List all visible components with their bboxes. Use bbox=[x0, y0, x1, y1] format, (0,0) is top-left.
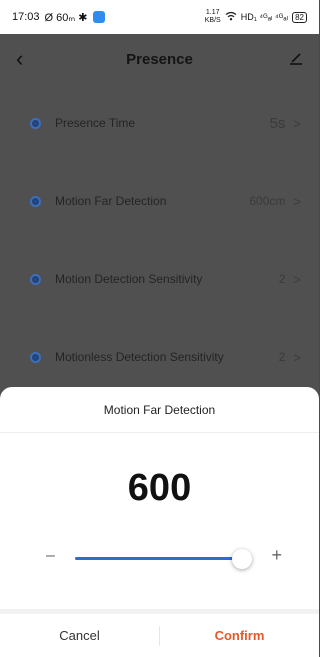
setting-value: 2 bbox=[278, 350, 286, 364]
status-time: 17:03 bbox=[12, 11, 40, 23]
chevron-right-icon: > bbox=[293, 115, 301, 131]
status-left: 17:03 Ø 60ₘ ✱ bbox=[12, 11, 105, 24]
sheet-actions: Cancel Confirm bbox=[0, 614, 319, 657]
net-speed-value: 1.17 bbox=[205, 9, 220, 16]
chevron-right-icon: > bbox=[293, 349, 301, 365]
cancel-button[interactable]: Cancel bbox=[0, 628, 159, 643]
setting-row-motion-far-detection[interactable]: Motion Far Detection 600cm > bbox=[0, 162, 319, 240]
page-title: Presence bbox=[126, 50, 193, 68]
setting-row-presence-time[interactable]: Presence Time 5s > bbox=[0, 84, 319, 162]
edit-icon[interactable] bbox=[279, 49, 303, 69]
header: ‹ Presence bbox=[0, 34, 319, 84]
signal-text: HD₁ ⁴ᴳₐₗ ⁴ᴳₐₗ bbox=[240, 11, 289, 22]
status-right: 1.17 KB/S HD₁ ⁴ᴳₐₗ ⁴ᴳₐₗ 82 bbox=[205, 9, 307, 25]
setting-label: Presence Time bbox=[55, 116, 136, 130]
bullet-icon bbox=[30, 117, 41, 129]
distance-slider: – + bbox=[46, 545, 282, 569]
sheet-title: Motion Far Detection bbox=[0, 387, 319, 433]
status-left-icons: Ø 60ₘ ✱ bbox=[44, 11, 88, 24]
status-bar: 17:03 Ø 60ₘ ✱ 1.17 KB/S HD₁ ⁴ᴳₐₗ ⁴ᴳₐₗ 82 bbox=[0, 0, 319, 34]
bullet-icon bbox=[30, 195, 41, 207]
setting-label: Motionless Detection Sensitivity bbox=[55, 350, 224, 364]
setting-row-motion-detection-sensitivity[interactable]: Motion Detection Sensitivity 2 > bbox=[0, 240, 319, 318]
net-speed-unit: KB/S bbox=[204, 17, 221, 24]
slider-thumb[interactable] bbox=[232, 549, 252, 569]
bullet-icon bbox=[30, 273, 41, 285]
sheet-value: 600 bbox=[127, 467, 192, 509]
bottom-sheet: Motion Far Detection 600 – + Cancel Conf… bbox=[0, 387, 319, 657]
setting-value: 5s bbox=[269, 114, 286, 132]
setting-label: Motion Far Detection bbox=[55, 194, 167, 208]
slider-track[interactable] bbox=[75, 549, 252, 569]
net-speed: 1.17 KB/S bbox=[205, 9, 221, 25]
chevron-right-icon: > bbox=[293, 193, 301, 209]
wifi-icon bbox=[225, 11, 237, 23]
bullet-icon bbox=[30, 351, 41, 363]
chevron-right-icon: > bbox=[293, 271, 301, 287]
decrement-button[interactable]: – bbox=[46, 547, 55, 565]
battery-icon: 82 bbox=[292, 11, 307, 23]
setting-row-motionless-detection-sensitivity[interactable]: Motionless Detection Sensitivity 2 > bbox=[0, 318, 319, 396]
back-arrow-icon[interactable]: ‹ bbox=[16, 46, 40, 72]
app-notification-icon bbox=[92, 11, 105, 23]
setting-value: 600cm bbox=[249, 194, 286, 208]
increment-button[interactable]: + bbox=[271, 545, 282, 566]
setting-label: Motion Detection Sensitivity bbox=[55, 272, 203, 286]
setting-value: 2 bbox=[278, 272, 286, 286]
confirm-button[interactable]: Confirm bbox=[160, 628, 319, 643]
slider-fill bbox=[75, 557, 242, 560]
